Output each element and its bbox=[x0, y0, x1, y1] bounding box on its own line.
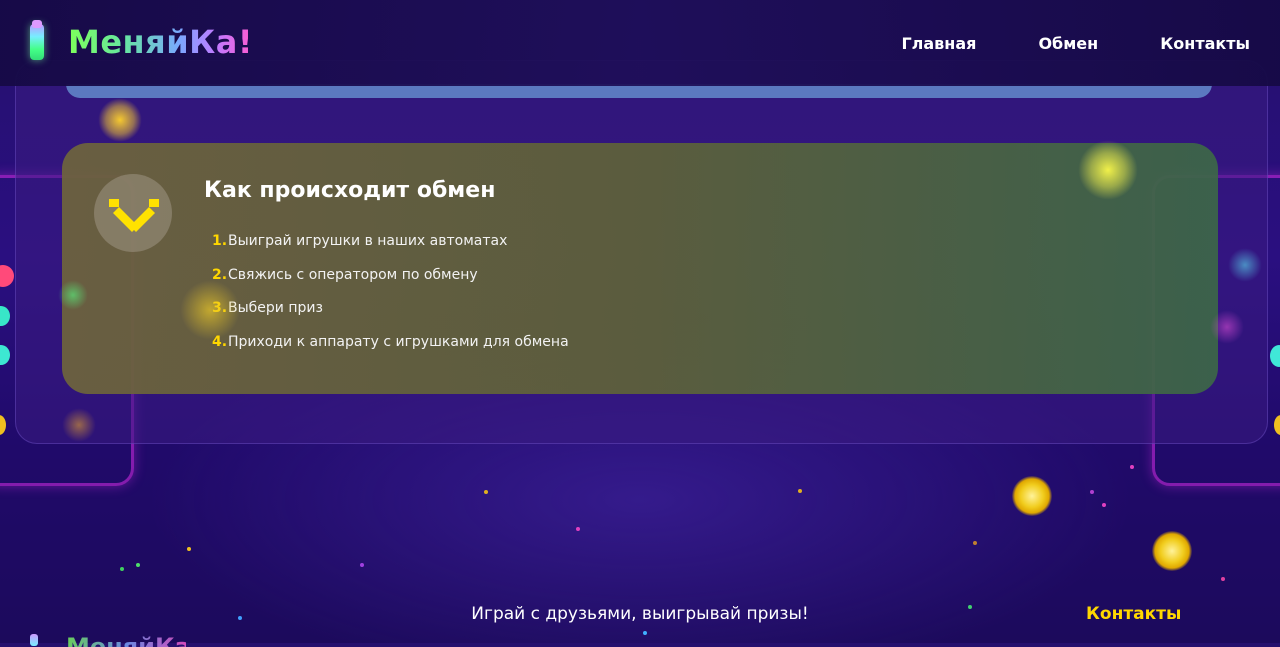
sparkle bbox=[1102, 503, 1106, 507]
sparkle bbox=[973, 541, 977, 545]
step-text: Выиграй игрушки в наших автоматах bbox=[228, 233, 508, 249]
step-number: 4. bbox=[212, 333, 228, 350]
sparkle bbox=[120, 567, 124, 571]
step-number: 3. bbox=[212, 300, 228, 316]
step-text: Выбери приз bbox=[228, 300, 323, 316]
list-item: 4.Приходи к аппарату с игрушками для обм… bbox=[212, 332, 569, 366]
exchange-icon-badge bbox=[94, 174, 172, 252]
sparkle bbox=[643, 631, 647, 635]
footer-logo-text: МеняйКа! bbox=[66, 635, 186, 647]
step-number: 2. bbox=[212, 266, 228, 283]
main-nav: Главная Обмен Контакты bbox=[839, 34, 1250, 53]
sparkle bbox=[1130, 465, 1134, 469]
step-text: Приходи к аппарату с игрушками для обмен… bbox=[228, 333, 569, 350]
footer-contacts-link[interactable]: Контакты bbox=[1086, 604, 1181, 624]
list-item: 2.Свяжись с оператором по обмену bbox=[212, 265, 569, 299]
bokeh-light bbox=[1152, 531, 1192, 571]
bokeh-light bbox=[1012, 476, 1052, 516]
sparkle bbox=[360, 563, 364, 567]
claw-toy-icon bbox=[30, 20, 44, 60]
exchange-arrows-icon bbox=[109, 199, 159, 232]
sparkle bbox=[576, 527, 580, 531]
sparkle bbox=[484, 490, 488, 494]
sparkle bbox=[136, 563, 140, 567]
exchange-steps: 1.Выиграй игрушки в наших автоматах 2.Св… bbox=[212, 231, 569, 365]
footer-logo-icon bbox=[30, 634, 38, 646]
nav-link-exchange[interactable]: Обмен bbox=[1038, 34, 1098, 53]
sparkle bbox=[1221, 577, 1225, 581]
exchange-title: Как происходит обмен bbox=[204, 178, 496, 203]
sparkle bbox=[1090, 490, 1094, 494]
exchange-card: Как происходит обмен 1.Выиграй игрушки в… bbox=[62, 143, 1218, 394]
nav-link-home[interactable]: Главная bbox=[901, 34, 976, 53]
list-item: 1.Выиграй игрушки в наших автоматах bbox=[212, 231, 569, 265]
sparkle bbox=[187, 547, 191, 551]
nav-link-contacts[interactable]: Контакты bbox=[1160, 34, 1250, 53]
sparkle bbox=[798, 489, 802, 493]
logo-text: МеняйКа! bbox=[68, 23, 253, 61]
hero-banner-edge bbox=[66, 84, 1212, 98]
logo[interactable]: МеняйКа! bbox=[30, 20, 253, 62]
step-text: Свяжись с оператором по обмену bbox=[228, 266, 478, 283]
step-number: 1. bbox=[212, 233, 228, 249]
list-item: 3.Выбери приз bbox=[212, 298, 569, 332]
site-header: МеняйКа! Главная Обмен Контакты bbox=[0, 0, 1280, 86]
